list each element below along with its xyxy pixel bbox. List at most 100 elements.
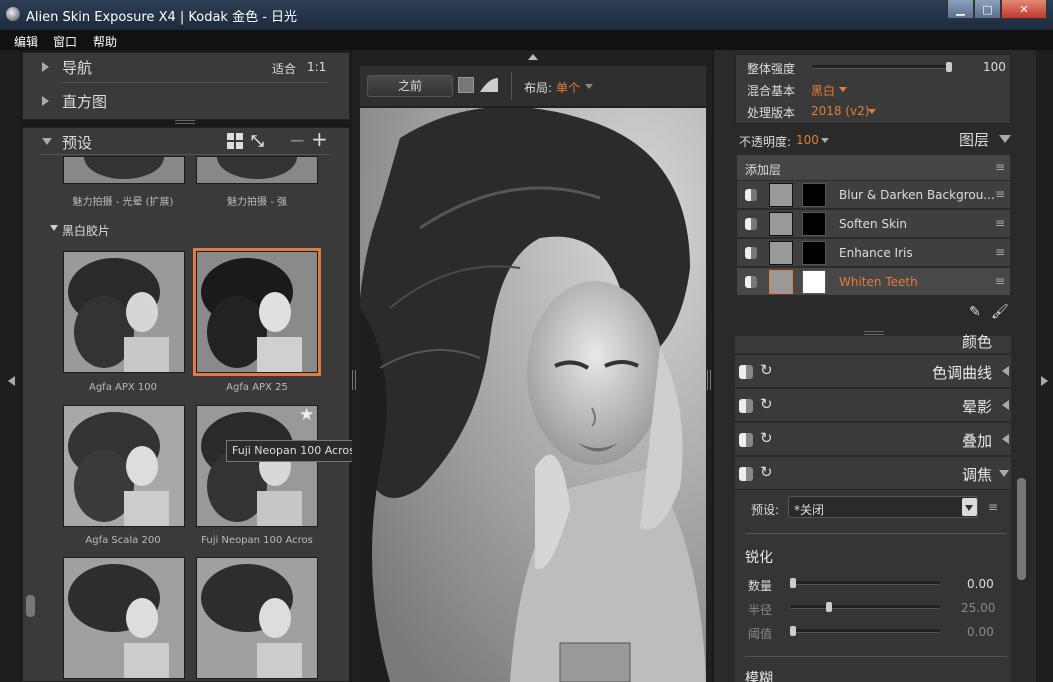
layer-name[interactable]: Enhance Iris	[839, 246, 913, 260]
section-title[interactable]: 调焦	[872, 464, 992, 485]
maximize-button[interactable]: □	[974, 0, 1001, 19]
amount-slider[interactable]	[790, 581, 940, 585]
threshold-slider-knob[interactable]	[790, 626, 796, 636]
radius-slider-knob[interactable]	[826, 602, 832, 612]
blend-dropdown[interactable]: 黑白	[811, 82, 835, 99]
version-dropdown[interactable]: 2018 (v2)	[811, 104, 869, 118]
right-scrollbar[interactable]	[1017, 478, 1026, 580]
panel-resize-handle[interactable]	[175, 120, 195, 124]
reset-icon[interactable]: ↻	[760, 361, 773, 379]
collapse-section-icon[interactable]	[999, 470, 1009, 477]
preset-thumb[interactable]	[196, 156, 318, 184]
menu-icon[interactable]: ≡	[995, 160, 1005, 174]
layer-name[interactable]: Whiten Teeth	[839, 275, 918, 289]
add-preset-button[interactable]: +	[311, 127, 328, 151]
add-layer-label[interactable]: 添加层	[745, 161, 781, 178]
left-resize-handle[interactable]	[352, 370, 356, 390]
brush-icon[interactable]: 🖌	[991, 304, 1009, 320]
minimize-button[interactable]: ▁	[947, 0, 974, 19]
split-view-icon[interactable]	[480, 78, 498, 92]
reset-icon[interactable]: ↻	[760, 395, 773, 413]
layout-dropdown[interactable]: 单个	[556, 79, 580, 96]
main-photo[interactable]	[360, 108, 706, 682]
reset-icon[interactable]: ↻	[760, 429, 773, 447]
before-button[interactable]: 之前	[367, 75, 453, 97]
nav-label[interactable]: 导航	[62, 57, 92, 78]
preset-thumb[interactable]	[63, 557, 185, 679]
chevron-down-icon[interactable]	[585, 84, 593, 89]
favorite-star-icon[interactable]: ★	[299, 405, 314, 425]
single-view-icon[interactable]	[458, 77, 474, 93]
category-collapse-icon[interactable]	[50, 225, 58, 231]
preset-thumb[interactable]	[63, 156, 185, 184]
menu-icon[interactable]: ≡	[988, 500, 998, 514]
close-button[interactable]: ✕	[1001, 0, 1047, 19]
section-toggle-icon[interactable]	[739, 433, 753, 447]
slider-value[interactable]: 0.00	[967, 625, 994, 639]
expand-nav-icon[interactable]	[42, 62, 49, 72]
collapse-all-icon[interactable]: ⤡	[251, 131, 264, 151]
menu-help[interactable]: 帮助	[93, 33, 117, 50]
collapse-right-icon[interactable]	[1041, 376, 1048, 386]
menu-edit[interactable]: 编辑	[14, 33, 38, 50]
category-label[interactable]: 黑白胶片	[62, 222, 110, 239]
section-title[interactable]: 晕影	[872, 396, 992, 417]
preset-thumb-agfa-apx-100[interactable]	[63, 251, 185, 373]
strength-slider-knob[interactable]	[946, 62, 952, 72]
layer-visibility-icon[interactable]	[745, 247, 757, 259]
layer-mask[interactable]	[802, 270, 826, 294]
preset-thumb-agfa-scala-200[interactable]	[63, 405, 185, 527]
expand-section-icon[interactable]	[1002, 400, 1009, 410]
chevron-down-icon[interactable]	[821, 138, 829, 143]
layer-mask[interactable]	[802, 183, 826, 207]
slider-value[interactable]: 25.00	[961, 601, 995, 615]
layer-name[interactable]: Blur & Darken Backgrou...	[839, 188, 995, 202]
ratio-button[interactable]: 1:1	[307, 60, 326, 74]
layer-visibility-icon[interactable]	[745, 189, 757, 201]
strength-slider[interactable]	[812, 65, 952, 69]
chevron-down-icon[interactable]	[839, 87, 847, 92]
section-title[interactable]: 颜色	[872, 331, 992, 351]
expand-section-icon[interactable]	[1002, 366, 1009, 376]
strength-value[interactable]: 100	[983, 60, 1006, 74]
preset-thumb[interactable]	[196, 557, 318, 679]
collapse-left-icon[interactable]	[8, 376, 15, 386]
amount-slider-knob[interactable]	[790, 578, 796, 588]
menu-icon[interactable]: ≡	[995, 187, 1005, 201]
radius-slider[interactable]	[790, 605, 940, 609]
expand-histogram-icon[interactable]	[42, 96, 49, 106]
section-toggle-icon[interactable]	[739, 399, 753, 413]
reset-icon[interactable]: ↻	[760, 463, 773, 481]
menu-icon[interactable]: ≡	[995, 245, 1005, 259]
presets-scrollbar[interactable]	[26, 595, 35, 617]
menu-icon[interactable]: ≡	[995, 216, 1005, 230]
threshold-slider[interactable]	[790, 629, 940, 633]
section-title[interactable]: 色调曲线	[872, 362, 992, 383]
collapse-presets-icon[interactable]	[42, 138, 52, 145]
opacity-dropdown[interactable]: 100	[796, 133, 819, 147]
expand-section-icon[interactable]	[1002, 434, 1009, 444]
remove-preset-button[interactable]: −	[289, 128, 306, 152]
preset-thumb-agfa-apx-25[interactable]	[193, 248, 321, 376]
section-toggle-icon[interactable]	[739, 365, 753, 379]
layer-name[interactable]: Soften Skin	[839, 217, 907, 231]
histogram-label[interactable]: 直方图	[62, 91, 107, 112]
right-resize-handle[interactable]	[707, 370, 711, 390]
fit-button[interactable]: 适合	[272, 60, 296, 77]
layers-collapse-icon[interactable]	[999, 135, 1011, 143]
preset-select-value[interactable]: *关闭	[794, 501, 824, 518]
eraser-icon[interactable]: ✎	[969, 304, 981, 320]
chevron-down-icon[interactable]	[868, 109, 876, 114]
layer-mask[interactable]	[802, 212, 826, 236]
menu-icon[interactable]: ≡	[995, 274, 1005, 288]
layer-mask[interactable]	[802, 241, 826, 265]
layer-visibility-icon[interactable]	[745, 276, 757, 288]
section-toggle-icon[interactable]	[739, 467, 753, 481]
grid-view-icon[interactable]	[227, 133, 243, 149]
menu-window[interactable]: 窗口	[53, 33, 77, 50]
section-title[interactable]: 叠加	[872, 430, 992, 451]
collapse-top-icon[interactable]	[528, 54, 538, 60]
strength-label: 整体强度	[747, 62, 796, 76]
slider-value[interactable]: 0.00	[967, 577, 994, 591]
layer-visibility-icon[interactable]	[745, 218, 757, 230]
